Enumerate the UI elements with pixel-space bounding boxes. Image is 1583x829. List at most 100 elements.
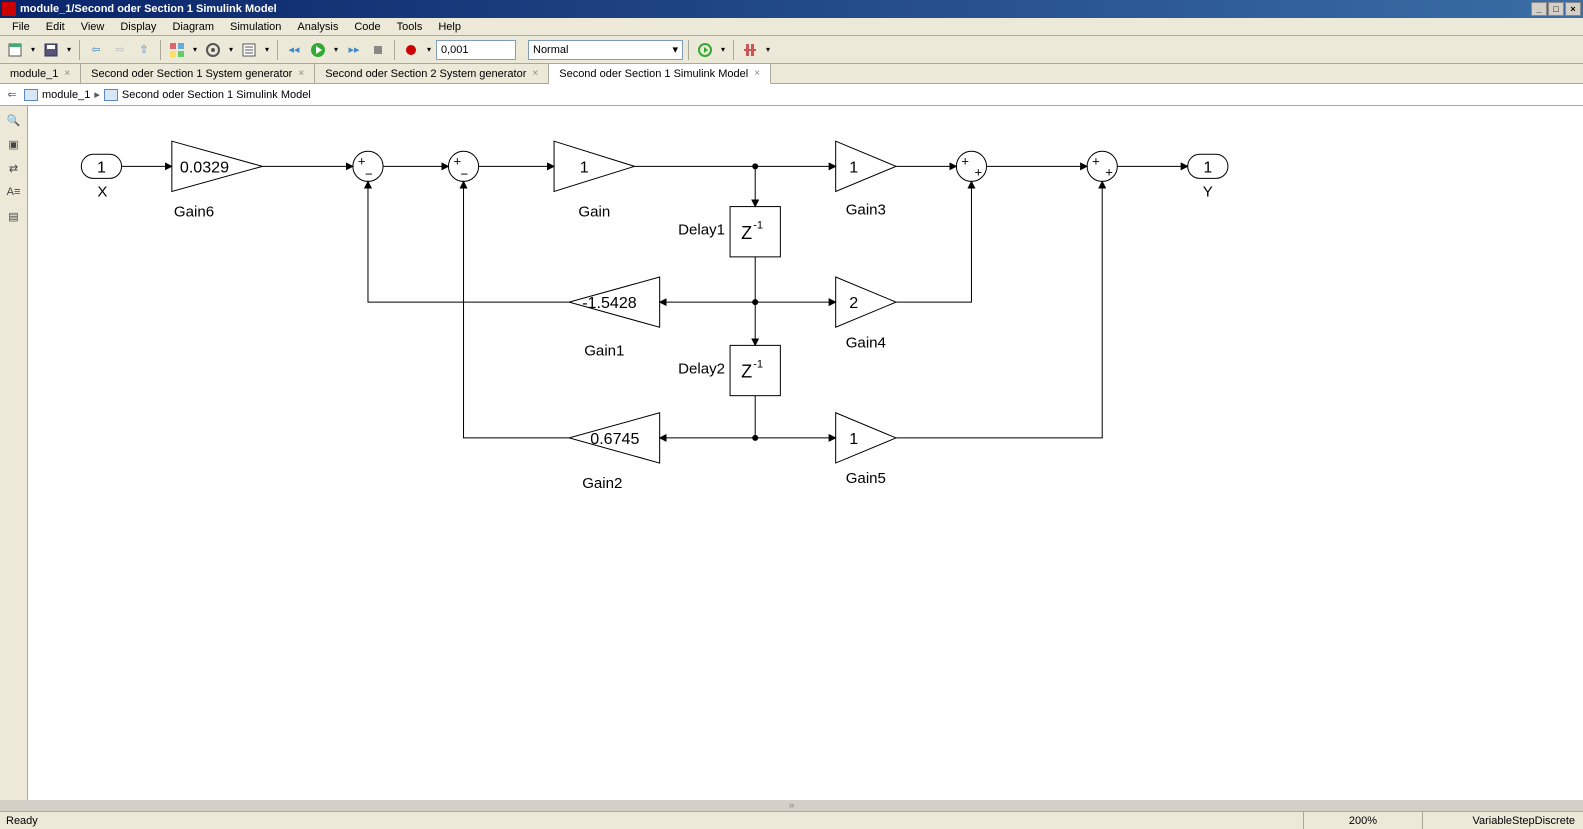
tabbar: module_1 × Second oder Section 1 System … xyxy=(0,64,1583,84)
outport-block[interactable]: 1 Y xyxy=(1188,154,1228,200)
menu-help[interactable]: Help xyxy=(430,19,469,35)
svg-text:+: + xyxy=(1105,164,1113,179)
minimize-button[interactable]: _ xyxy=(1531,2,1547,16)
tab-section1-sysgen[interactable]: Second oder Section 1 System generator × xyxy=(81,64,315,83)
fit-view-icon[interactable]: ▣ xyxy=(3,134,25,154)
delay2-block[interactable]: Z -1 Delay2 xyxy=(678,345,780,395)
gain-value: 1 xyxy=(580,158,589,176)
sum2-block[interactable]: + − xyxy=(448,151,478,181)
menubar: File Edit View Display Diagram Simulatio… xyxy=(0,18,1583,36)
record-button[interactable] xyxy=(400,39,422,61)
gain3-block[interactable]: 1 Gain3 xyxy=(836,141,896,218)
fast-restart-dropdown[interactable]: ▾ xyxy=(718,39,728,61)
model-explorer-dropdown[interactable]: ▾ xyxy=(262,39,272,61)
menu-analysis[interactable]: Analysis xyxy=(289,19,346,35)
library-dropdown[interactable]: ▾ xyxy=(190,39,200,61)
save-dropdown[interactable]: ▾ xyxy=(64,39,74,61)
menu-diagram[interactable]: Diagram xyxy=(164,19,222,35)
gain-block[interactable]: 1 Gain xyxy=(554,141,634,220)
gain5-label: Gain5 xyxy=(846,470,886,487)
close-button[interactable]: × xyxy=(1565,2,1581,16)
app-icon xyxy=(2,2,16,16)
run-dropdown[interactable]: ▾ xyxy=(331,39,341,61)
tab-close-icon[interactable]: × xyxy=(754,68,760,79)
toggle-perspective-icon[interactable]: ⇄ xyxy=(3,158,25,178)
save-button[interactable] xyxy=(40,39,62,61)
run-button[interactable] xyxy=(307,39,329,61)
menu-file[interactable]: File xyxy=(4,19,38,35)
stop-button[interactable] xyxy=(367,39,389,61)
status-zoom[interactable]: 200% xyxy=(1303,812,1423,829)
up-button[interactable]: ⇧ xyxy=(133,39,155,61)
gain6-block[interactable]: 0.0329 Gain6 xyxy=(172,141,263,220)
breadcrumb-current[interactable]: Second oder Section 1 Simulink Model xyxy=(122,89,311,101)
stop-time-input[interactable] xyxy=(436,40,516,60)
tab-label: Second oder Section 1 System generator xyxy=(91,68,292,80)
step-back-button[interactable]: ◂◂ xyxy=(283,39,305,61)
tab-module1[interactable]: module_1 × xyxy=(0,64,81,83)
menu-code[interactable]: Code xyxy=(346,19,388,35)
expand-handle-icon[interactable]: » xyxy=(0,800,1583,811)
breadcrumb-root[interactable]: module_1 xyxy=(42,89,90,101)
model-canvas[interactable]: 1 X 0.0329 Gain6 + − + − xyxy=(28,106,1583,800)
annotation-icon[interactable]: A≡ xyxy=(3,182,25,202)
menu-simulation[interactable]: Simulation xyxy=(222,19,289,35)
gain5-value: 1 xyxy=(849,430,858,448)
maximize-button[interactable]: □ xyxy=(1548,2,1564,16)
build-button[interactable] xyxy=(739,39,761,61)
fast-restart-button[interactable] xyxy=(694,39,716,61)
svg-text:-1: -1 xyxy=(753,359,763,371)
image-icon[interactable]: ▤ xyxy=(3,206,25,226)
zoom-icon[interactable]: 🔍 xyxy=(3,110,25,130)
tab-close-icon[interactable]: × xyxy=(532,68,538,79)
sum1-block[interactable]: + − xyxy=(353,151,383,181)
subsystem-icon xyxy=(104,89,118,101)
forward-button[interactable]: ⇨ xyxy=(109,39,131,61)
record-dropdown[interactable]: ▾ xyxy=(424,39,434,61)
tab-section2-sysgen[interactable]: Second oder Section 2 System generator × xyxy=(315,64,549,83)
titlebar: module_1/Second oder Section 1 Simulink … xyxy=(0,0,1583,18)
menu-display[interactable]: Display xyxy=(112,19,164,35)
build-dropdown[interactable]: ▾ xyxy=(763,39,773,61)
new-model-button[interactable] xyxy=(4,39,26,61)
delay1-block[interactable]: Z -1 Delay1 xyxy=(678,207,780,257)
tab-label: module_1 xyxy=(10,68,58,80)
sum3-block[interactable]: + + xyxy=(956,151,986,181)
new-model-dropdown[interactable]: ▾ xyxy=(28,39,38,61)
gain1-block[interactable]: -1.5428 Gain1 xyxy=(569,277,660,359)
step-forward-button[interactable]: ▸▸ xyxy=(343,39,365,61)
menu-view[interactable]: View xyxy=(73,19,113,35)
svg-text:+: + xyxy=(1092,153,1100,168)
model-explorer-button[interactable] xyxy=(238,39,260,61)
tab-close-icon[interactable]: × xyxy=(298,68,304,79)
gain5-block[interactable]: 1 Gain5 xyxy=(836,413,896,487)
gain-label: Gain xyxy=(578,204,610,221)
gain2-block[interactable]: 0.6745 Gain2 xyxy=(569,413,660,492)
delay1-label: Delay1 xyxy=(678,222,725,239)
tab-section1-simulink[interactable]: Second oder Section 1 Simulink Model × xyxy=(549,64,771,84)
breadcrumb-back-icon[interactable]: ⇐ xyxy=(4,88,20,101)
tab-close-icon[interactable]: × xyxy=(64,68,70,79)
gain2-label: Gain2 xyxy=(582,475,622,492)
simulation-mode-select[interactable]: Normal ▾ xyxy=(528,40,683,60)
main-area: 🔍 ▣ ⇄ A≡ ▤ 1 X 0.0329 Gain6 xyxy=(0,106,1583,800)
inport-block[interactable]: 1 X xyxy=(81,154,121,200)
model-config-dropdown[interactable]: ▾ xyxy=(226,39,236,61)
menu-tools[interactable]: Tools xyxy=(389,19,431,35)
sum4-block[interactable]: + + xyxy=(1087,151,1117,181)
outport-label: Y xyxy=(1203,184,1213,201)
gain4-block[interactable]: 2 Gain4 xyxy=(836,277,896,351)
canvas-side-toolbar: 🔍 ▣ ⇄ A≡ ▤ xyxy=(0,106,28,800)
svg-text:Z: Z xyxy=(741,223,752,243)
mode-select-value: Normal xyxy=(533,44,568,56)
model-config-button[interactable] xyxy=(202,39,224,61)
delay2-label: Delay2 xyxy=(678,361,725,378)
gain1-label: Gain1 xyxy=(584,342,624,359)
back-button[interactable]: ⇦ xyxy=(85,39,107,61)
tab-label: Second oder Section 1 Simulink Model xyxy=(559,68,748,80)
svg-text:−: − xyxy=(461,166,469,181)
menu-edit[interactable]: Edit xyxy=(38,19,73,35)
tab-label: Second oder Section 2 System generator xyxy=(325,68,526,80)
library-browser-button[interactable] xyxy=(166,39,188,61)
statusbar: Ready 200% VariableStepDiscrete xyxy=(0,811,1583,829)
